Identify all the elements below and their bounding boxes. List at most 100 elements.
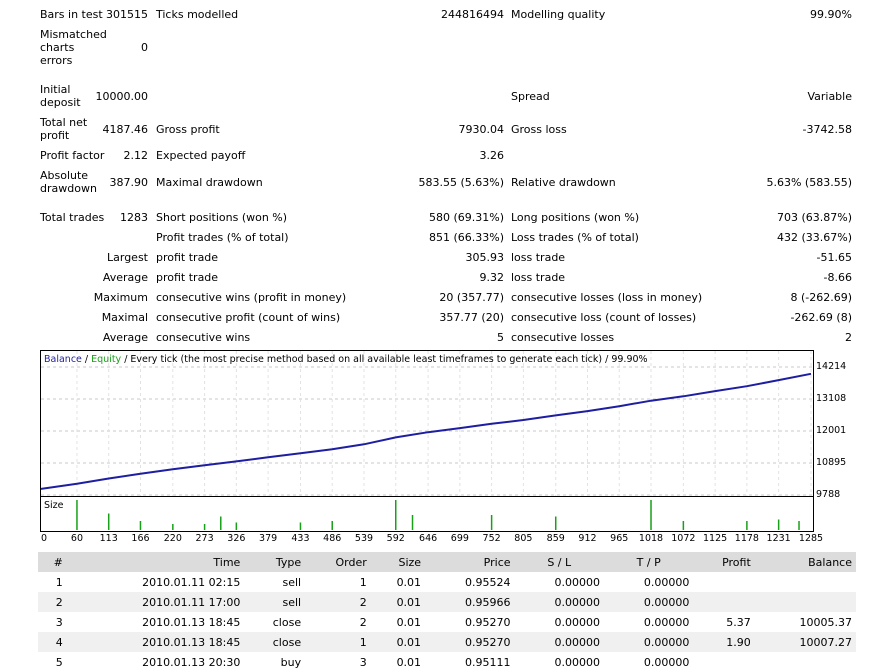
table-row[interactable]: 5 2010.01.13 20:30 buy 3 0.01 0.95111 0.00000 0… [38,652,856,672]
expected-payoff-value: 3.26 [479,149,505,162]
x-tick-label: 273 [195,533,214,544]
table-row[interactable]: 1 2010.01.11 02:15 sell 1 0.01 0.95524 0.00000… [38,572,856,592]
x-tick-label: 166 [131,533,150,544]
largest-label: Largest [107,251,148,264]
gross-loss-label: Gross loss [511,123,567,136]
size-histogram-svg [76,500,800,530]
maximum-label: Maximum [93,291,148,304]
loss-trades-value: 432 (33.67%) [776,231,852,244]
table-cell: 0.01 [396,655,422,669]
table-cell: 0.00000 [643,615,690,629]
column-header[interactable]: S / L [514,552,604,572]
table-cell: sell [282,575,302,589]
spread-label: Spread [511,90,550,103]
column-header[interactable]: Order [305,552,371,572]
largest-loss-label: loss trade [511,251,566,264]
mismatched-value: 0 [141,41,148,54]
x-tick-label: 1018 [638,533,664,544]
x-tick-label: 699 [450,533,469,544]
column-header[interactable]: Size [370,552,426,572]
table-cell: 0.95966 [425,592,515,612]
table-cell: 1 [359,575,367,589]
legend-balance: Balance [44,354,82,365]
avg-cons-losses-value: 2 [845,331,852,344]
table-cell [693,572,754,592]
maximal-drawdown-label: Maximal drawdown [156,176,263,189]
table-row[interactable]: 3 2010.01.13 18:45 close 2 0.01 0.95270 0.0000… [38,612,856,632]
initial-deposit-label: Initial deposit [40,83,81,109]
table-cell: 2010.01.11 17:00 [66,592,245,612]
column-header[interactable]: # [38,552,67,572]
largest-profit-label: profit trade [156,251,219,264]
table-cell: 0.01 [370,592,426,612]
x-tick-label: 1285 [798,533,824,544]
column-header[interactable]: Type [244,552,306,572]
table-cell [693,592,755,612]
table-row[interactable]: 4 2010.01.13 18:45 close 1 0.01 0.95270 0.0000… [38,632,856,652]
modelling-quality-value: 99.90% [810,8,852,21]
avg-cons-wins-label: consecutive wins [156,331,251,344]
average-profit-value: 9.32 [479,271,505,284]
long-positions-value: 703 (63.87%) [776,211,852,224]
x-tick-label: 805 [514,533,533,544]
profit-factor-value: 2.12 [123,149,149,162]
relative-drawdown-label: Relative drawdown [511,176,616,189]
legend-sep: / [81,354,92,365]
maximal-cons-profit-label: consecutive profit (count of wins) [156,311,341,324]
gross-loss-value: -3742.58 [802,123,852,136]
table-cell [755,652,856,672]
table-cell: 2 [38,592,67,612]
table-cell: 0.00000 [514,632,604,652]
column-header[interactable]: T / P [603,552,694,572]
table-cell: buy [280,655,302,669]
y-tick-label: 14214 [816,361,847,372]
table-cell: 2010.01.13 18:45 [142,615,241,629]
table-cell: 2010.01.11 02:15 [142,575,241,589]
modelling-quality-label: Modelling quality [511,8,606,21]
table-cell: 4 [38,632,67,652]
spread-value: Variable [807,90,852,103]
column-header[interactable]: Balance [754,552,856,572]
profit-trades-label: Profit trades (% of total) [156,231,289,244]
expected-payoff-label: Expected payoff [156,149,246,162]
table-cell [693,652,754,672]
maximal-drawdown-value: 583.55 (5.63%) [418,176,504,189]
y-tick-label: 12001 [816,425,847,436]
size-label: Size [44,500,64,511]
table-cell: 0.01 [396,615,422,629]
size-histogram: Size [40,496,814,532]
column-header[interactable]: Profit [693,552,755,572]
average2-label: Average [102,331,148,344]
relative-drawdown-value: 5.63% (583.55) [766,176,852,189]
table-cell: 0.00000 [554,575,600,589]
avg-cons-losses-label: consecutive losses [511,331,615,344]
table-cell: 2 [305,592,371,612]
table-cell: 0.00000 [554,655,600,669]
x-tick-label: 60 [70,533,83,544]
max-cons-wins-value: 20 (357.77) [439,291,504,304]
x-tick-label: 592 [386,533,405,544]
table-cell: 3 [359,655,367,669]
table-cell: 10007.27 [754,632,856,652]
table-cell: 0.00000 [603,592,694,612]
table-row[interactable]: 2 2010.01.11 17:00 sell 2 0.01 0.95966 0.00000… [38,592,856,612]
short-positions-value: 580 (69.31%) [428,211,504,224]
column-header[interactable]: Price [425,552,515,572]
table-cell: 1.90 [693,632,755,652]
short-positions-label: Short positions (won %) [156,211,288,224]
max-cons-losses-label: consecutive losses (loss in money) [511,291,703,304]
total-trades-value: 1283 [120,211,148,224]
table-cell: 10005.37 [799,615,853,629]
x-tick-label: 646 [419,533,438,544]
average-loss-value: -8.66 [823,271,852,284]
x-tick-label: 1125 [703,533,728,544]
column-header[interactable]: Time [66,552,245,572]
average-label: Average [102,271,148,284]
table-cell [754,592,856,612]
balance-chart: Balance / Equity / Every tick (the most … [40,350,814,497]
chart-legend: Balance / Equity / Every tick (the most … [44,354,648,365]
x-tick-label: 326 [227,533,246,544]
legend-description: / Every tick (the most precise method ba… [121,354,648,365]
max-cons-losses-value: 8 (-262.69) [790,291,852,304]
gross-profit-value: 7930.04 [458,123,505,136]
